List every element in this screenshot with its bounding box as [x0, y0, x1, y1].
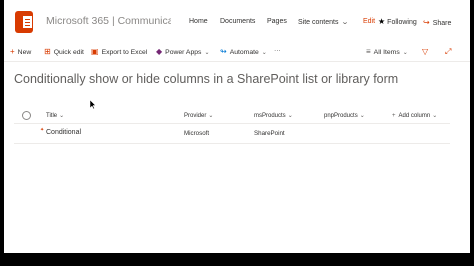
column-header-provider[interactable]: Provider ⌄ [184, 112, 213, 119]
quick-edit-label: Quick edit [53, 49, 84, 56]
column-title-label: Title [46, 113, 58, 119]
share-label: Share [432, 20, 452, 27]
following-label: Following [387, 19, 417, 26]
export-label: Export to Excel [101, 49, 148, 56]
view-list-icon: ≡ [366, 47, 371, 56]
power-apps-button[interactable]: ◆ Power Apps ⌄ [156, 47, 209, 56]
filter-icon: ▽ [422, 47, 429, 56]
expand-button[interactable]: ⤢ [445, 47, 454, 57]
excel-icon: ▣ [91, 47, 99, 56]
screen-frame: Microsoft 365 | Communicati... Home Docu… [0, 0, 474, 266]
chevron-down-icon: ⌄ [59, 113, 65, 119]
new-button[interactable]: + New [10, 47, 31, 56]
select-all-checkbox[interactable] [22, 111, 31, 120]
row-title-link[interactable]: Conditional [46, 129, 81, 136]
sharepoint-page: Microsoft 365 | Communicati... Home Docu… [4, 0, 470, 253]
chevron-down-icon: ⌄ [287, 113, 293, 119]
plus-icon: + [10, 47, 15, 56]
column-pnpproducts-label: pnpProducts [324, 113, 358, 119]
nav-site-contents-label: Site contents [298, 19, 339, 26]
list-header: Title ⌄ Provider ⌄ msProducts ⌄ pnpProducts… [14, 108, 450, 124]
following-button[interactable]: ★ Following [378, 17, 417, 26]
chevron-down-icon: ⌄ [208, 113, 214, 119]
automate-label: Automate [229, 49, 259, 56]
filter-button[interactable]: ▽ [422, 47, 431, 56]
nav-site-contents[interactable]: Site contents ⌄ [298, 18, 350, 26]
chevron-down-icon: ⌄ [341, 19, 350, 26]
chevron-down-icon: ⌄ [432, 113, 438, 119]
expand-icon: ⤢ [445, 47, 452, 56]
nav-documents[interactable]: Documents [220, 18, 255, 25]
star-icon: ★ [378, 17, 386, 26]
grid-edit-icon: ⊞ [44, 47, 51, 56]
column-header-title[interactable]: Title ⌄ [46, 112, 64, 119]
plus-icon: + [392, 113, 396, 119]
all-items-view-dropdown[interactable]: ≡ All Items ⌄ [366, 47, 408, 56]
power-apps-label: Power Apps [165, 49, 202, 56]
more-button[interactable]: ··· [274, 47, 281, 54]
column-header-msproducts[interactable]: msProducts ⌄ [254, 112, 293, 119]
share-icon: ↪ [423, 18, 430, 27]
quick-edit-button[interactable]: ⊞ Quick edit [44, 47, 84, 56]
office-logo-icon[interactable] [12, 9, 38, 35]
view-label: All Items [373, 49, 400, 56]
new-label: New [17, 49, 32, 56]
add-column-button[interactable]: + Add column ⌄ [392, 112, 437, 119]
site-header: Microsoft 365 | Communicati... Home Docu… [4, 0, 470, 42]
nav-home[interactable]: Home [189, 18, 208, 25]
chevron-down-icon: ⌄ [261, 50, 267, 56]
chevron-down-icon: ⌄ [402, 50, 408, 56]
chevron-down-icon: ⌄ [204, 50, 210, 56]
add-column-label: Add column [398, 113, 431, 119]
page-title: Conditionally show or hide columns in a … [14, 72, 399, 86]
export-to-excel-button[interactable]: ▣ Export to Excel [91, 47, 147, 56]
column-msproducts-label: msProducts [254, 113, 286, 119]
command-bar: + New ⊞ Quick edit ▣ Export to Excel ◆ Power… [4, 42, 470, 62]
power-apps-icon: ◆ [156, 47, 163, 56]
table-row[interactable]: ✦ Conditional Microsoft SharePoint [14, 125, 450, 144]
chevron-down-icon: ⌄ [359, 113, 365, 119]
automate-icon: ↬ [220, 47, 227, 56]
new-item-icon: ✦ [40, 127, 45, 133]
row-provider: Microsoft [184, 130, 210, 137]
share-button[interactable]: ↪ Share [423, 18, 451, 27]
column-header-pnpproducts[interactable]: pnpProducts ⌄ [324, 112, 365, 119]
column-provider-label: Provider [184, 113, 207, 119]
edit-link[interactable]: Edit [363, 18, 375, 25]
nav-pages[interactable]: Pages [267, 18, 287, 25]
automate-button[interactable]: ↬ Automate ⌄ [220, 47, 267, 56]
site-title[interactable]: Microsoft 365 | Communicati... [46, 15, 171, 27]
row-msproducts: SharePoint [254, 130, 285, 137]
